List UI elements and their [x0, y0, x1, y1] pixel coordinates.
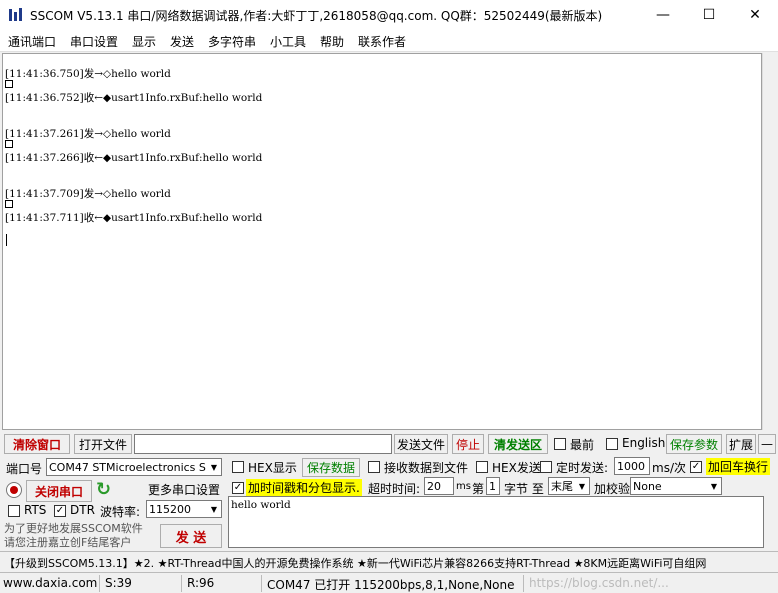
- send-textarea[interactable]: hello world: [228, 496, 764, 548]
- hex-display-checkbox[interactable]: [232, 461, 244, 473]
- minimize-button[interactable]: —: [640, 0, 686, 30]
- byte-label-start: 第: [472, 482, 485, 496]
- recv-line: [11:41:36.750]发→◇hello world: [5, 68, 171, 80]
- port-status-icon: [6, 482, 22, 498]
- byte-label-to: 字节 至: [504, 482, 544, 496]
- recv-line: [11:41:37.709]发→◇hello world: [5, 188, 171, 200]
- topmost-checkbox[interactable]: [554, 438, 566, 450]
- news-ticker[interactable]: 【升级到SSCOM5.13.1】★2. ★RT-Thread中国人的开源免费操作…: [0, 551, 778, 571]
- open-file-button[interactable]: 打开文件: [74, 434, 132, 454]
- timestamp-checkbox[interactable]: ✓: [232, 482, 244, 494]
- checksum-label: 加校验: [594, 482, 631, 496]
- send-button[interactable]: 发 送: [160, 524, 222, 548]
- add-crlf-label: 加回车换行: [706, 458, 771, 475]
- menu-contact[interactable]: 联系作者: [358, 33, 406, 50]
- status-bar: www.daxia.com S:39 R:96 COM47 已打开 115200…: [0, 572, 778, 593]
- interval-input[interactable]: 1000: [614, 457, 650, 475]
- clear-send-button[interactable]: 清发送区: [488, 434, 548, 454]
- menu-bar: 通讯端口 串口设置 显示 发送 多字符串 小工具 帮助 联系作者: [0, 30, 778, 52]
- timeout-unit: ms: [456, 481, 471, 492]
- rts-checkbox[interactable]: [8, 505, 20, 517]
- crlf-box-icon: [5, 80, 13, 88]
- baud-value: 115200: [149, 502, 191, 516]
- baud-select[interactable]: 115200 ▼: [146, 500, 222, 518]
- topmost-label: 最前: [570, 438, 595, 452]
- menu-port[interactable]: 通讯端口: [8, 33, 56, 50]
- menu-display[interactable]: 显示: [132, 33, 156, 50]
- chevron-down-icon: ▼: [710, 481, 718, 491]
- port-select[interactable]: COM47 STMicroelectronics S ▼: [46, 458, 222, 476]
- close-port-button[interactable]: 关闭串口: [26, 480, 92, 502]
- recv-to-file-label: 接收数据到文件: [384, 461, 469, 475]
- timed-send-label: 定时发送:: [556, 461, 609, 475]
- timed-send-checkbox[interactable]: [540, 461, 552, 473]
- close-button[interactable]: ✕: [732, 0, 778, 30]
- menu-serial-settings[interactable]: 串口设置: [70, 33, 118, 50]
- status-recv-count: R:96: [184, 575, 262, 592]
- crlf-box-icon: [5, 140, 13, 148]
- dtr-checkbox[interactable]: ✓: [54, 505, 66, 517]
- recv-line: [11:41:36.752]收←◆usart1Info.rxBuf:hello …: [5, 92, 263, 104]
- recv-line: [11:41:37.266]收←◆usart1Info.rxBuf:hello …: [5, 152, 263, 164]
- file-path-input[interactable]: [134, 434, 392, 454]
- recv-to-file-checkbox[interactable]: [368, 461, 380, 473]
- byte-end-value: 末尾: [551, 480, 573, 493]
- menu-multi-string[interactable]: 多字符串: [208, 33, 256, 50]
- english-checkbox[interactable]: [606, 438, 618, 450]
- dtr-label: DTR: [70, 503, 95, 517]
- menu-help[interactable]: 帮助: [320, 33, 344, 50]
- recv-line: [11:41:37.261]发→◇hello world: [5, 128, 171, 140]
- baud-label: 波特率:: [100, 505, 141, 519]
- vertical-scrollbar[interactable]: [762, 53, 778, 430]
- app-icon: [9, 8, 22, 21]
- add-crlf-checkbox[interactable]: ✓: [690, 461, 702, 473]
- send-file-button[interactable]: 发送文件: [394, 434, 448, 454]
- more-serial-settings-button[interactable]: 更多串口设置: [146, 480, 222, 498]
- receive-area[interactable]: [11:41:36.750]发→◇hello world [11:41:36.7…: [2, 53, 762, 430]
- maximize-button[interactable]: ☐: [686, 0, 732, 30]
- status-sent-count: S:39: [102, 575, 182, 592]
- port-select-value: COM47 STMicroelectronics S: [49, 460, 206, 474]
- window-title: SSCOM V5.13.1 串口/网络数据调试器,作者:大虾丁丁,2618058…: [30, 9, 603, 23]
- text-cursor: [6, 234, 7, 246]
- interval-unit: ms/次: [652, 461, 686, 475]
- byte-end-select[interactable]: 末尾 ▼: [548, 477, 590, 495]
- checksum-select[interactable]: None ▼: [630, 477, 722, 495]
- hex-send-checkbox[interactable]: [476, 461, 488, 473]
- timeout-input[interactable]: 20: [424, 477, 454, 495]
- port-label: 端口号: [6, 462, 43, 476]
- chevron-down-icon: ▼: [578, 481, 586, 491]
- checksum-value: None: [633, 479, 662, 493]
- menu-tools[interactable]: 小工具: [270, 33, 306, 50]
- chevron-down-icon: ▼: [210, 462, 218, 472]
- title-bar: SSCOM V5.13.1 串口/网络数据调试器,作者:大虾丁丁,2618058…: [0, 0, 778, 30]
- timestamp-label: 加时间戳和分包显示.: [246, 479, 362, 496]
- chevron-down-icon: ▼: [210, 504, 218, 514]
- clear-window-button[interactable]: 清除窗口: [4, 434, 70, 454]
- save-params-button[interactable]: 保存参数: [666, 434, 722, 454]
- refresh-icon[interactable]: ↻: [96, 480, 116, 500]
- english-label: English: [622, 436, 666, 450]
- save-data-button[interactable]: 保存数据: [302, 458, 360, 477]
- stop-button[interactable]: 停止: [452, 434, 484, 454]
- status-watermark: https://blog.csdn.net/...: [529, 576, 669, 590]
- timeout-label: 超时时间:: [368, 482, 421, 496]
- crlf-box-icon: [5, 200, 13, 208]
- promo-text[interactable]: 为了更好地发展SSCOM软件 请您注册嘉立创F结尾客户: [4, 522, 154, 550]
- expand-button[interactable]: 扩展: [726, 434, 756, 454]
- byte-start-input[interactable]: 1: [486, 477, 500, 495]
- rts-label: RTS: [24, 503, 47, 517]
- recv-line: [11:41:37.711]收←◆usart1Info.rxBuf:hello …: [5, 212, 263, 224]
- menu-send[interactable]: 发送: [170, 33, 194, 50]
- status-port-state: COM47 已打开 115200bps,8,1,None,None: [264, 575, 524, 592]
- collapse-button[interactable]: —: [758, 434, 776, 454]
- status-site[interactable]: www.daxia.com: [0, 575, 100, 592]
- hex-display-label: HEX显示: [248, 461, 297, 475]
- hex-send-label: HEX发送: [492, 461, 541, 475]
